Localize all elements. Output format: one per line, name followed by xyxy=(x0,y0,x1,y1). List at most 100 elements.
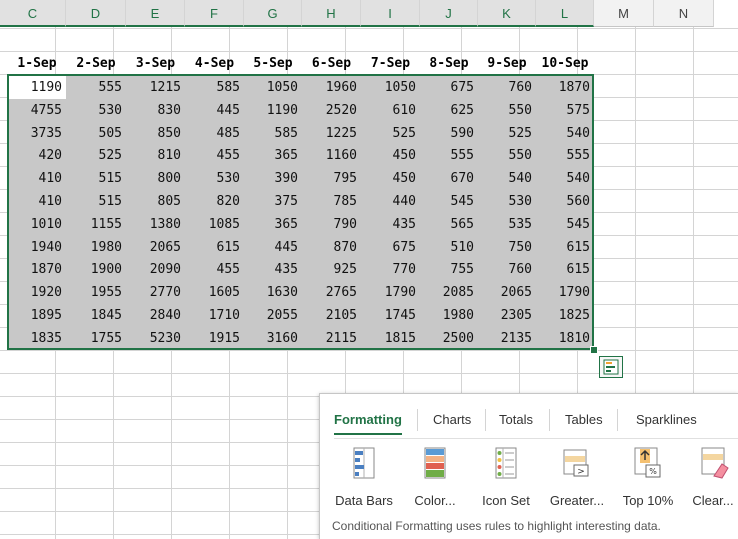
table-cell[interactable]: 2065 xyxy=(126,235,185,259)
table-cell[interactable]: 675 xyxy=(361,235,420,259)
table-cell[interactable]: 795 xyxy=(302,167,361,191)
table-cell[interactable]: 1960 xyxy=(302,76,361,99)
column-header-j[interactable]: J xyxy=(420,0,478,27)
table-cell[interactable]: 545 xyxy=(536,212,594,236)
table-cell[interactable]: 550 xyxy=(478,144,536,168)
table-cell[interactable]: 2305 xyxy=(478,304,536,327)
table-cell[interactable]: 1745 xyxy=(361,304,420,327)
table-cell[interactable]: 575 xyxy=(536,98,594,122)
table-cell[interactable]: 515 xyxy=(66,167,126,191)
table-cell[interactable]: 625 xyxy=(420,98,478,122)
table-cell[interactable]: 1380 xyxy=(126,212,185,236)
tab-sparklines[interactable]: Sparklines xyxy=(636,412,697,427)
table-cell[interactable]: 2500 xyxy=(420,326,478,350)
table-cell[interactable]: 525 xyxy=(66,144,126,168)
table-cell[interactable]: 1050 xyxy=(361,76,420,99)
table-cell[interactable]: 1955 xyxy=(66,281,126,305)
table-cell[interactable]: 445 xyxy=(185,98,244,122)
table-cell[interactable]: 550 xyxy=(478,98,536,122)
column-header-h[interactable]: H xyxy=(302,0,361,27)
table-cell[interactable]: 2085 xyxy=(420,281,478,305)
table-cell[interactable]: 1915 xyxy=(185,326,244,350)
table-cell[interactable]: 365 xyxy=(244,212,302,236)
date-header-cell[interactable]: 3-Sep xyxy=(126,52,185,75)
table-cell[interactable]: 590 xyxy=(420,121,478,145)
table-cell[interactable]: 450 xyxy=(361,144,420,168)
table-cell[interactable]: 1900 xyxy=(66,258,126,282)
icon-set-button[interactable]: Icon Set xyxy=(474,446,538,508)
column-header-e[interactable]: E xyxy=(126,0,185,27)
date-header-cell[interactable]: 5-Sep xyxy=(244,52,302,75)
table-cell[interactable]: 545 xyxy=(420,190,478,213)
table-cell[interactable]: 1225 xyxy=(302,121,361,145)
table-cell[interactable]: 435 xyxy=(244,258,302,282)
table-cell[interactable]: 2055 xyxy=(244,304,302,327)
table-cell[interactable]: 525 xyxy=(361,121,420,145)
table-cell[interactable]: 1160 xyxy=(302,144,361,168)
table-cell[interactable]: 3735 xyxy=(8,121,66,145)
table-cell[interactable]: 830 xyxy=(126,98,185,122)
table-cell[interactable]: 555 xyxy=(66,76,126,99)
table-cell[interactable]: 760 xyxy=(478,76,536,99)
table-cell[interactable]: 560 xyxy=(536,190,594,213)
table-cell[interactable]: 2105 xyxy=(302,304,361,327)
table-cell[interactable]: 1825 xyxy=(536,304,594,327)
table-cell[interactable]: 800 xyxy=(126,167,185,191)
table-cell[interactable]: 1605 xyxy=(185,281,244,305)
table-cell[interactable]: 1980 xyxy=(420,304,478,327)
table-cell[interactable]: 540 xyxy=(536,167,594,191)
table-cell[interactable]: 805 xyxy=(126,190,185,213)
table-cell[interactable]: 375 xyxy=(244,190,302,213)
table-cell[interactable]: 870 xyxy=(302,235,361,259)
table-cell[interactable]: 615 xyxy=(536,235,594,259)
table-cell[interactable]: 810 xyxy=(126,144,185,168)
table-cell[interactable]: 2135 xyxy=(478,326,536,350)
tab-formatting[interactable]: Formatting xyxy=(334,412,402,435)
table-cell[interactable]: 2770 xyxy=(126,281,185,305)
table-cell[interactable]: 1085 xyxy=(185,212,244,236)
table-cell[interactable]: 455 xyxy=(185,258,244,282)
table-cell[interactable]: 455 xyxy=(185,144,244,168)
table-cell[interactable]: 410 xyxy=(8,167,66,191)
table-cell[interactable]: 2090 xyxy=(126,258,185,282)
table-cell[interactable]: 1755 xyxy=(66,326,126,350)
table-cell[interactable]: 565 xyxy=(420,212,478,236)
table-cell[interactable]: 1895 xyxy=(8,304,66,327)
table-cell[interactable]: 525 xyxy=(478,121,536,145)
table-cell[interactable]: 2840 xyxy=(126,304,185,327)
data-bars-button[interactable]: Data Bars xyxy=(332,446,396,508)
table-cell[interactable]: 1790 xyxy=(536,281,594,305)
table-cell[interactable]: 555 xyxy=(536,144,594,168)
table-cell[interactable]: 540 xyxy=(536,121,594,145)
active-cell[interactable]: 1190 xyxy=(8,76,66,99)
table-cell[interactable]: 1835 xyxy=(8,326,66,350)
table-cell[interactable]: 615 xyxy=(536,258,594,282)
column-header-m[interactable]: M xyxy=(594,0,654,27)
table-cell[interactable]: 925 xyxy=(302,258,361,282)
table-cell[interactable]: 3160 xyxy=(244,326,302,350)
column-header-l[interactable]: L xyxy=(536,0,594,27)
color-scale-button[interactable]: Color... xyxy=(403,446,467,508)
date-header-cell[interactable]: 4-Sep xyxy=(185,52,244,75)
table-cell[interactable]: 1010 xyxy=(8,212,66,236)
clear-format-button[interactable]: Clear... xyxy=(681,446,738,508)
table-cell[interactable]: 555 xyxy=(420,144,478,168)
table-cell[interactable]: 2765 xyxy=(302,281,361,305)
table-cell[interactable]: 510 xyxy=(420,235,478,259)
quick-analysis-button[interactable] xyxy=(599,356,623,378)
table-cell[interactable]: 675 xyxy=(420,76,478,99)
table-cell[interactable]: 420 xyxy=(8,144,66,168)
column-header-n[interactable]: N xyxy=(654,0,714,27)
fill-handle[interactable] xyxy=(590,346,598,354)
table-cell[interactable]: 2520 xyxy=(302,98,361,122)
date-header-cell[interactable]: 9-Sep xyxy=(478,52,536,75)
table-cell[interactable]: 1920 xyxy=(8,281,66,305)
table-cell[interactable]: 1630 xyxy=(244,281,302,305)
table-cell[interactable]: 450 xyxy=(361,167,420,191)
date-header-cell[interactable]: 1-Sep xyxy=(8,52,66,75)
table-cell[interactable]: 785 xyxy=(302,190,361,213)
column-header-f[interactable]: F xyxy=(185,0,244,27)
tab-totals[interactable]: Totals xyxy=(499,412,533,427)
date-header-cell[interactable]: 6-Sep xyxy=(302,52,361,75)
table-cell[interactable]: 530 xyxy=(185,167,244,191)
